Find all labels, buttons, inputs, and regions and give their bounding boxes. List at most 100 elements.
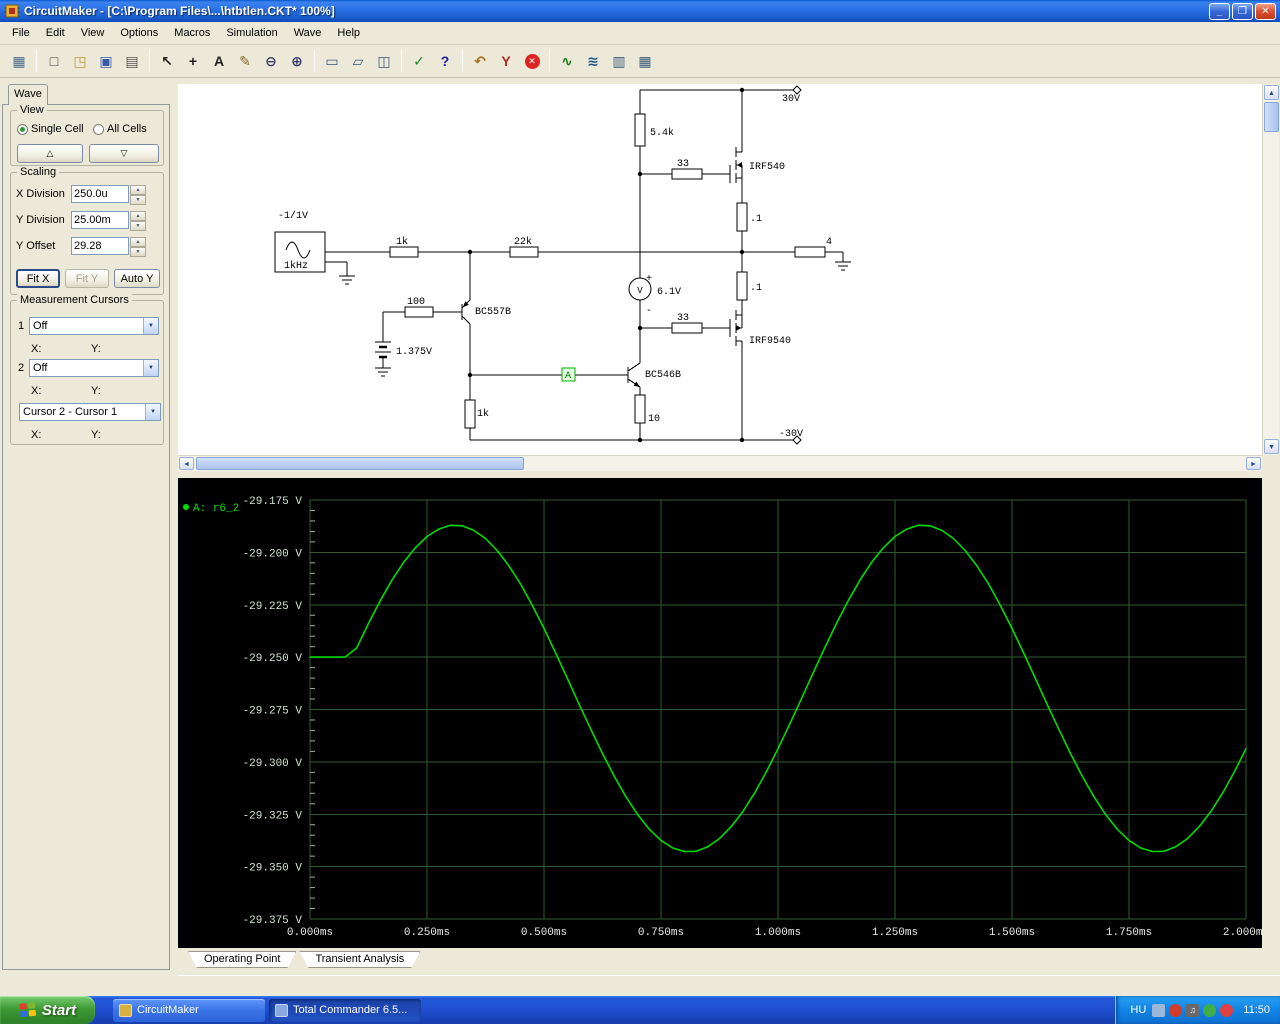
- component-label: 30V: [782, 94, 800, 105]
- resistor-33-bottom[interactable]: [671, 322, 703, 334]
- vertical-scroll-thumb[interactable]: [1264, 102, 1279, 132]
- schematic-vertical-scrollbar[interactable]: ▲ ▼: [1262, 84, 1279, 455]
- cursor2-dropdown-arrow[interactable]: ▼: [143, 360, 158, 376]
- scope-display-button[interactable]: ▥: [607, 49, 631, 73]
- cursor1-select[interactable]: Off ▼: [29, 317, 159, 335]
- y-offset-spinner[interactable]: ▲ ▼: [130, 237, 146, 257]
- probe-tool-button[interactable]: Y: [494, 49, 518, 73]
- menu-file[interactable]: File: [4, 24, 38, 42]
- auto-y-button[interactable]: Auto Y: [114, 269, 160, 288]
- wave-tab[interactable]: Wave: [8, 84, 48, 105]
- menu-macros[interactable]: Macros: [166, 24, 218, 42]
- start-button[interactable]: Start: [0, 996, 95, 1024]
- waveform-chart[interactable]: -29.175 V -29.200 V -29.225 V -29.250 V -29.…: [178, 478, 1269, 948]
- legend-label[interactable]: A: r6_2: [193, 503, 239, 515]
- resistor-0.1-bottom[interactable]: [736, 271, 748, 301]
- radio-single-cell[interactable]: Single Cell: [17, 123, 84, 135]
- y-division-spin-up[interactable]: ▲: [130, 211, 146, 221]
- cursor1-dropdown-arrow[interactable]: ▼: [143, 318, 158, 334]
- tab-operating-point[interactable]: Operating Point: [188, 951, 296, 968]
- display-settings-tray-icon[interactable]: [1152, 1003, 1166, 1017]
- stop-simulation-button[interactable]: ✕: [520, 49, 544, 73]
- tab-transient-analysis[interactable]: Transient Analysis: [299, 951, 420, 968]
- x-division-spin-up[interactable]: ▲: [130, 185, 146, 195]
- menu-options[interactable]: Options: [112, 24, 166, 42]
- menu-help[interactable]: Help: [329, 24, 368, 42]
- resistor-10[interactable]: [634, 394, 646, 424]
- zoom-out-button[interactable]: ⊖: [259, 49, 283, 73]
- select-tool-button[interactable]: ↖: [155, 49, 179, 73]
- resistor-5.4k[interactable]: [634, 113, 646, 147]
- language-indicator[interactable]: HU: [1130, 1004, 1146, 1016]
- scroll-up-button[interactable]: ▲: [1264, 85, 1279, 100]
- resistor-0.1-top[interactable]: [736, 202, 748, 232]
- scroll-down-button[interactable]: ▼: [1264, 439, 1279, 454]
- schematic-horizontal-scrollbar[interactable]: ◄ ►: [178, 455, 1262, 471]
- radio-all-cells-label: All Cells: [107, 123, 147, 135]
- cursor-difference-select[interactable]: Cursor 2 - Cursor 1 ▼: [19, 403, 161, 421]
- menu-simulation[interactable]: Simulation: [218, 24, 285, 42]
- help-tool-button[interactable]: ?: [433, 49, 457, 73]
- junction-dot: [739, 87, 745, 93]
- volume-tray-icon[interactable]: ♫: [1186, 1003, 1200, 1017]
- antivirus-tray-icon[interactable]: [1169, 1003, 1183, 1017]
- scroll-right-button[interactable]: ►: [1246, 457, 1261, 470]
- resistor-4-load[interactable]: [794, 246, 826, 258]
- schematic-canvas[interactable]: 30V 5.4k 33 IRF540 .1 4 .1 33 IRF9540 -30V + V -6.1V…: [178, 84, 1262, 455]
- junction-dot: [739, 437, 745, 443]
- y-division-input[interactable]: [71, 211, 129, 229]
- resistor-33-top[interactable]: [671, 168, 703, 180]
- radio-all-cells[interactable]: All Cells: [93, 123, 147, 135]
- zoom-area-button[interactable]: ▭: [320, 49, 344, 73]
- task-total-commander-[interactable]: Total Commander 6.5...: [269, 998, 421, 1022]
- fit-x-button[interactable]: Fit X: [16, 269, 60, 288]
- copy-window-button[interactable]: ▱: [346, 49, 370, 73]
- y-offset-spin-down[interactable]: ▼: [130, 247, 146, 257]
- task-circuitmaker[interactable]: CircuitMaker: [113, 998, 265, 1022]
- scroll-left-button[interactable]: ◄: [179, 457, 194, 470]
- x-division-spin-down[interactable]: ▼: [130, 195, 146, 205]
- close-button[interactable]: ✕: [1255, 2, 1276, 20]
- resistor-1k-bias[interactable]: [464, 399, 476, 429]
- open-file-button[interactable]: ◳: [68, 49, 92, 73]
- resistor-22k[interactable]: [509, 246, 539, 258]
- cursor2-select[interactable]: Off ▼: [29, 359, 159, 377]
- next-waveform-button[interactable]: ▽: [89, 144, 159, 163]
- previous-waveform-button[interactable]: △: [17, 144, 83, 163]
- waveforms-button[interactable]: ∿: [555, 49, 579, 73]
- menu-edit[interactable]: Edit: [38, 24, 73, 42]
- undo-button[interactable]: ↶: [468, 49, 492, 73]
- check-circuit-button[interactable]: ✓: [407, 49, 431, 73]
- y-division-spinner[interactable]: ▲ ▼: [130, 211, 146, 231]
- components-button[interactable]: ▦: [7, 49, 31, 73]
- radio-single-cell-dot[interactable]: [17, 123, 28, 135]
- cursor-difference-dropdown-arrow[interactable]: ▼: [145, 404, 160, 420]
- resistor-1k-input[interactable]: [389, 246, 419, 258]
- y-offset-spin-up[interactable]: ▲: [130, 237, 146, 247]
- bode-plot-button[interactable]: ▦: [633, 49, 657, 73]
- menu-wave[interactable]: Wave: [286, 24, 330, 42]
- resistor-100[interactable]: [404, 306, 434, 318]
- x-division-spinner[interactable]: ▲ ▼: [130, 185, 146, 205]
- split-window-button[interactable]: ◫: [372, 49, 396, 73]
- schematic[interactable]: 30V 5.4k 33 IRF540 .1 4 .1 33 IRF9540 -30V +V-6.1V…: [178, 84, 1262, 455]
- status-red-tray-icon[interactable]: [1220, 1003, 1234, 1017]
- horizontal-scroll-thumb[interactable]: [196, 457, 524, 470]
- y-offset-input[interactable]: [71, 237, 129, 255]
- part-tool-button[interactable]: +: [181, 49, 205, 73]
- zoom-in-button[interactable]: ⊕: [285, 49, 309, 73]
- wire-tool-button[interactable]: ✎: [233, 49, 257, 73]
- minimize-button[interactable]: _: [1209, 2, 1230, 20]
- maximize-button[interactable]: ❐: [1232, 2, 1253, 20]
- print-button[interactable]: ▤: [120, 49, 144, 73]
- waveform-plot[interactable]: -29.175 V -29.200 V -29.225 V -29.250 V -29.…: [178, 478, 1269, 948]
- save-button[interactable]: ▣: [94, 49, 118, 73]
- new-file-button[interactable]: □: [42, 49, 66, 73]
- status-green-tray-icon[interactable]: [1203, 1003, 1217, 1017]
- digital-display-button[interactable]: ≋: [581, 49, 605, 73]
- y-division-spin-down[interactable]: ▼: [130, 221, 146, 231]
- text-tool-button[interactable]: A: [207, 49, 231, 73]
- radio-all-cells-dot[interactable]: [93, 123, 104, 135]
- x-division-input[interactable]: [71, 185, 129, 203]
- menu-view[interactable]: View: [73, 24, 113, 42]
